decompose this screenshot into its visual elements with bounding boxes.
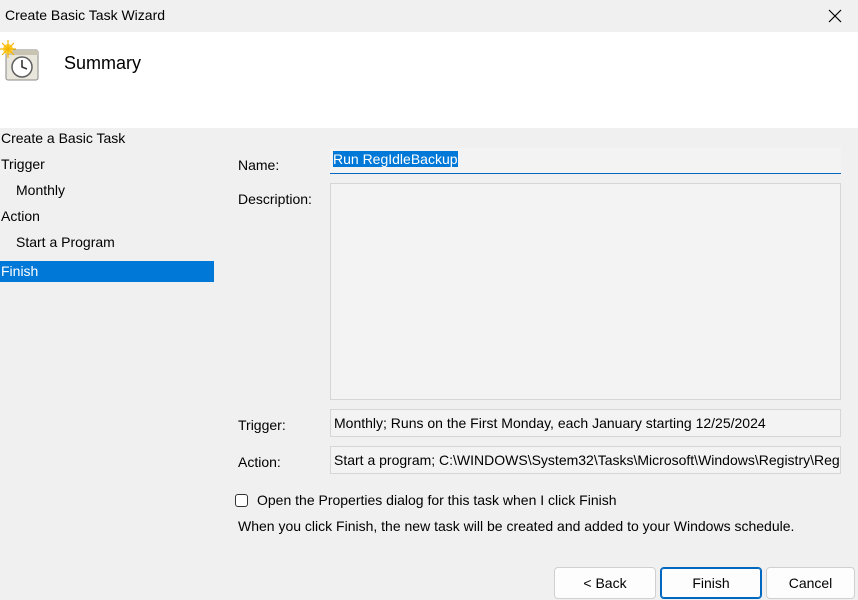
nav-item-start-a-program: Start a Program [0,232,214,258]
wizard-header: Summary [0,32,858,128]
description-label: Description: [238,191,312,207]
nav-item-label: Trigger [1,156,45,172]
open-properties-checkbox[interactable] [235,493,248,507]
description-textarea[interactable] [330,183,841,400]
nav-item-label: Create a Basic Task [1,130,126,146]
back-button[interactable]: < Back [554,567,656,599]
page-title: Summary [64,53,142,73]
nav-item-label: Monthly [16,182,66,198]
open-properties-label[interactable]: Open the Properties dialog for this task… [257,492,617,508]
title-bar: Create Basic Task Wizard [0,0,858,32]
close-icon [828,9,842,23]
action-label: Action: [238,454,281,470]
action-value: Start a program; C:\WINDOWS\System32\Tas… [334,452,841,468]
nav-item-trigger: Trigger [0,154,214,180]
task-scheduler-clock-icon [0,40,39,81]
trigger-field: Monthly; Runs on the First Monday, each … [330,409,841,437]
nav-item-create-basic-task: Create a Basic Task [0,128,214,154]
nav-item-label: Start a Program [16,234,115,250]
finish-info-text: When you click Finish, the new task will… [238,518,795,534]
name-label: Name: [238,157,280,173]
cancel-button[interactable]: Cancel [766,567,855,599]
open-properties-option[interactable]: Open the Properties dialog for this task… [235,492,617,508]
name-input[interactable]: Run RegIdleBackup [330,148,841,174]
trigger-label: Trigger: [238,417,286,433]
nav-item-finish: Finish [0,261,214,282]
action-field: Start a program; C:\WINDOWS\System32\Tas… [330,446,841,474]
nav-item-action: Action [0,206,214,232]
trigger-value: Monthly; Runs on the First Monday, each … [334,415,766,431]
name-value: Run RegIdleBackup [333,151,458,167]
nav-item-label: Finish [1,263,39,279]
nav-item-monthly: Monthly [0,180,214,206]
nav-item-label: Action [1,208,40,224]
window-title: Create Basic Task Wizard [5,7,166,23]
close-button[interactable] [812,0,858,32]
wizard-steps-nav: Create a Basic Task Trigger Monthly Acti… [0,128,214,282]
finish-button[interactable]: Finish [660,567,762,599]
